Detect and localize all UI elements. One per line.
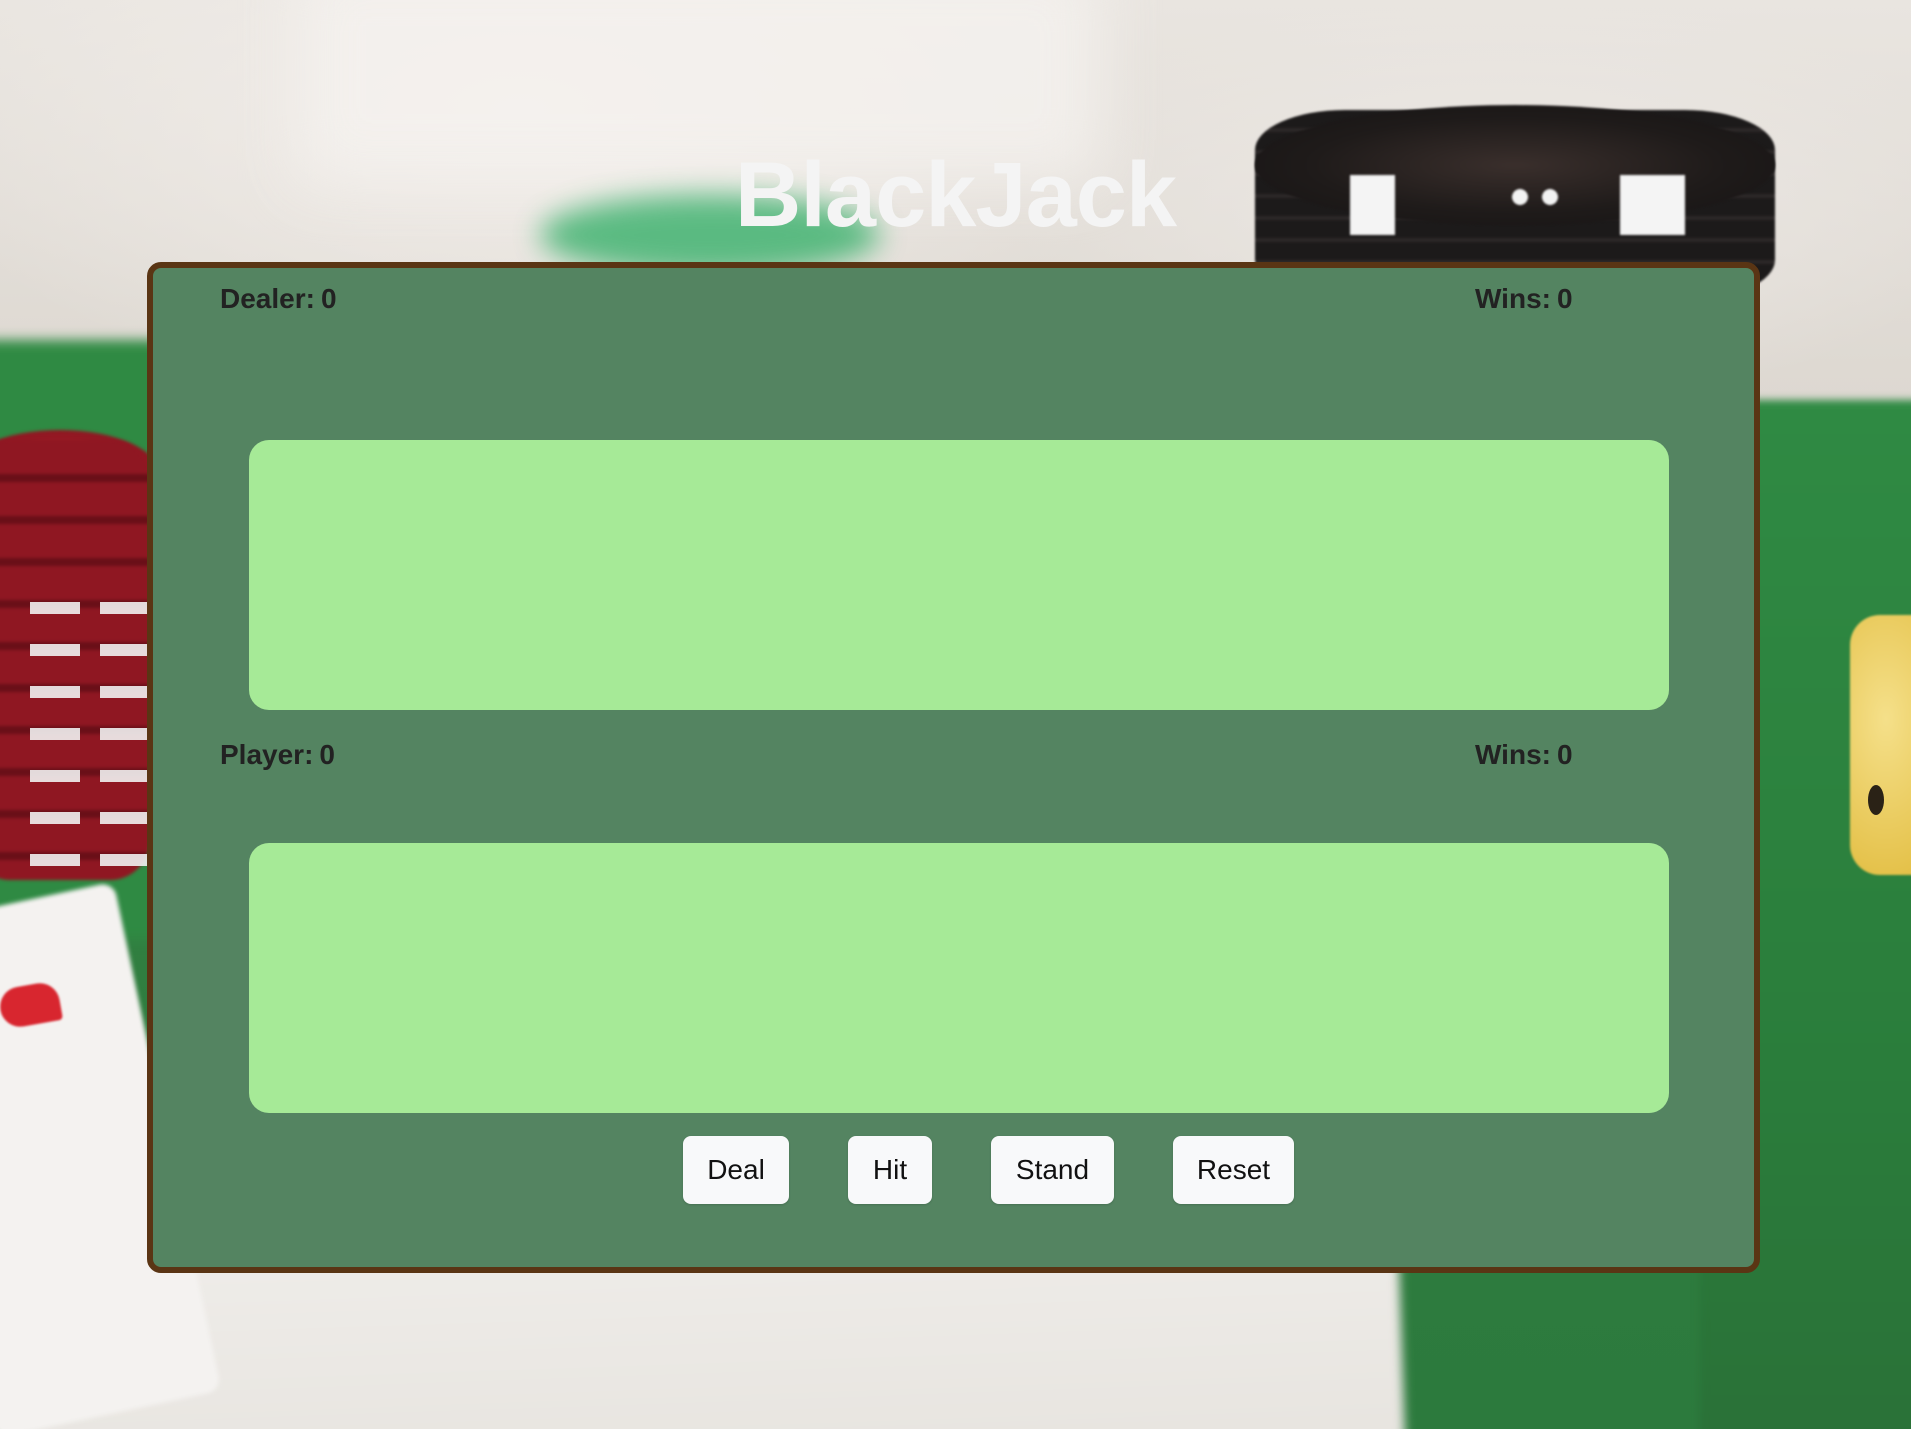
die-pip-image	[1868, 785, 1884, 815]
dealer-wins-label: Wins: 0	[1475, 282, 1573, 316]
chip-notches-image	[0, 580, 150, 880]
player-label-text: Player:	[220, 739, 314, 770]
dealer-label-text: Dealer:	[220, 283, 315, 314]
dealer-score-value: 0	[320, 283, 337, 314]
deal-button[interactable]: Deal	[683, 1136, 789, 1204]
dealer-score-label: Dealer: 0	[220, 282, 337, 316]
dealer-wins-text: Wins:	[1475, 283, 1551, 314]
hit-button[interactable]: Hit	[848, 1136, 932, 1204]
player-wins-label: Wins: 0	[1475, 738, 1573, 772]
controls-row: Deal Hit Stand Reset	[153, 1136, 1754, 1204]
player-wins-value: 0	[1556, 739, 1573, 770]
reset-button[interactable]: Reset	[1173, 1136, 1294, 1204]
blackjack-table: Dealer: 0 Wins: 0 Player: 0 Wins: 0 Deal Hit…	[147, 262, 1760, 1273]
player-hand-area	[249, 843, 1669, 1113]
player-wins-text: Wins:	[1475, 739, 1551, 770]
die-image	[1850, 615, 1911, 875]
player-score-label: Player: 0	[220, 738, 335, 772]
page-title: BlackJack	[734, 144, 1177, 246]
player-score-value: 0	[319, 739, 335, 770]
stand-button[interactable]: Stand	[991, 1136, 1114, 1204]
dealer-hand-area	[249, 440, 1669, 710]
dealer-wins-value: 0	[1556, 283, 1573, 314]
